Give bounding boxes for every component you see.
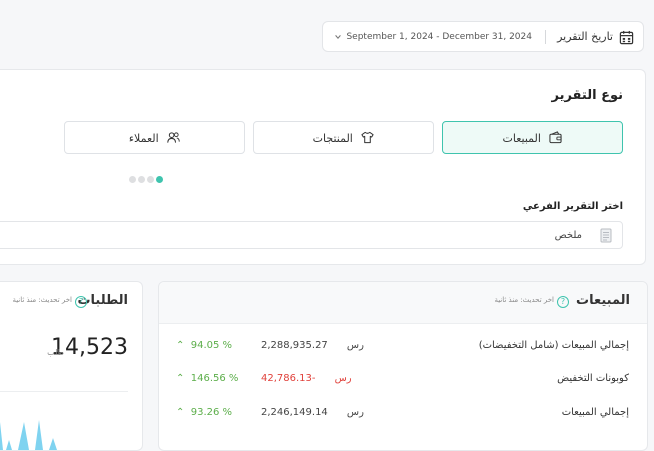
sales-summary-card: المبيعات ? اخر تحديث: منذ ثانية إجمالي ا… bbox=[158, 281, 648, 451]
carousel-pager bbox=[129, 168, 165, 187]
sub-report-label: اختر التقرير الفرعي bbox=[522, 201, 623, 212]
date-filter-label: تاريخ التقرير bbox=[557, 30, 613, 43]
report-type-label: العملاء bbox=[128, 132, 159, 145]
card-header: المبيعات ? اخر تحديث: منذ ثانية bbox=[159, 282, 647, 324]
metric-value: رس -42,786.13 bbox=[261, 373, 352, 384]
sub-report-value: ملخص bbox=[554, 230, 582, 241]
report-type-label: المنتجات bbox=[312, 132, 353, 145]
report-type-products-button[interactable]: المنتجات bbox=[253, 121, 434, 154]
arrow-up-icon: ⌃ bbox=[176, 340, 185, 351]
report-type-label: المبيعات bbox=[502, 132, 541, 145]
pager-dot[interactable] bbox=[129, 176, 136, 183]
orders-sparkline bbox=[0, 420, 57, 450]
metric-change: ⌃ 94.05 % bbox=[176, 340, 233, 351]
pager-dot-active[interactable] bbox=[156, 176, 163, 183]
metric-row: إجمالي المبيعات رس 2,246,149.14 ⌃ 93.26 … bbox=[159, 407, 647, 427]
metric-row: إجمالي المبيعات (شامل التخفيضات) رس 2,28… bbox=[159, 340, 647, 360]
metric-value: رس 2,288,935.27 bbox=[261, 340, 364, 351]
document-icon bbox=[600, 228, 612, 243]
calendar-icon bbox=[619, 30, 634, 45]
pager-dot[interactable] bbox=[138, 176, 145, 183]
divider bbox=[545, 30, 546, 44]
report-type-title: نوع التقرير bbox=[551, 88, 624, 103]
report-date-picker[interactable]: تاريخ التقرير September 1, 2024 - Decemb… bbox=[322, 21, 644, 52]
report-type-card: نوع التقرير المبيعات المنتجات العملاء اخ… bbox=[0, 69, 646, 265]
sales-card-title: المبيعات bbox=[576, 293, 630, 308]
wallet-icon bbox=[549, 131, 563, 144]
metric-label: كوبونات التخفيض bbox=[557, 373, 629, 384]
orders-unit: طلب bbox=[47, 348, 64, 357]
pager-dot[interactable] bbox=[147, 176, 154, 183]
metric-label: إجمالي المبيعات bbox=[561, 407, 629, 418]
help-icon[interactable]: ? bbox=[75, 296, 87, 308]
metric-value: رس 2,246,149.14 bbox=[261, 407, 364, 418]
report-type-sales-button[interactable]: المبيعات bbox=[442, 121, 623, 154]
last-updated-text: اخر تحديث: منذ ثانية bbox=[12, 296, 72, 304]
arrow-up-icon: ⌃ bbox=[176, 373, 185, 384]
metric-label: إجمالي المبيعات (شامل التخفيضات) bbox=[478, 340, 629, 351]
shirt-icon bbox=[361, 131, 374, 144]
sub-report-select[interactable]: ملخص bbox=[0, 221, 623, 249]
chevron-down-icon bbox=[335, 35, 341, 39]
users-icon bbox=[167, 132, 180, 143]
metric-change: ⌃ 93.26 % bbox=[176, 407, 233, 418]
date-range-value: September 1, 2024 - December 31, 2024 bbox=[346, 32, 532, 42]
metric-row: كوبونات التخفيض رس -42,786.13 ⌃ 146.56 % bbox=[159, 373, 647, 393]
last-updated-text: اخر تحديث: منذ ثانية bbox=[494, 296, 554, 304]
divider bbox=[0, 391, 128, 392]
orders-summary-card: الطلبات ? اخر تحديث: منذ ثانية 14,523 طل… bbox=[0, 281, 143, 451]
help-icon[interactable]: ? bbox=[557, 296, 569, 308]
arrow-up-icon: ⌃ bbox=[176, 407, 185, 418]
report-type-customers-button[interactable]: العملاء bbox=[64, 121, 245, 154]
metric-change: ⌃ 146.56 % bbox=[176, 373, 239, 384]
